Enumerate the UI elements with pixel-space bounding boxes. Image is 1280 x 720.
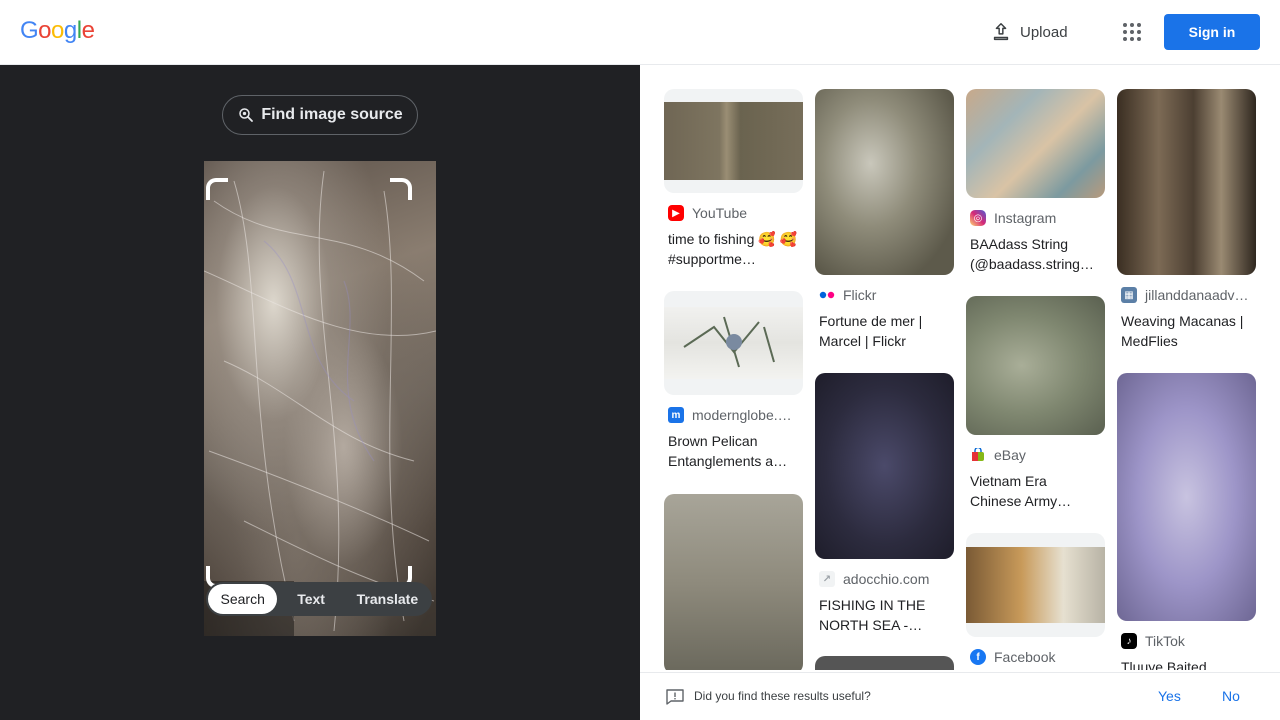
result-title[interactable]: BAAdass String (@baadass.string… (970, 234, 1101, 274)
find-image-source-button[interactable]: Find image source (222, 95, 418, 135)
result-title[interactable]: Fortune de mer | Marcel | Flickr (819, 311, 950, 351)
lens-mode-tabs: Search Text Translate (206, 582, 432, 616)
visual-matches-grid: ▶ YouTube time to fishing 🥰 🥰 #supportme… (640, 65, 1280, 670)
upload-icon (993, 23, 1009, 41)
crop-handle-top-right[interactable] (390, 178, 412, 200)
result-source: Flickr (819, 287, 954, 303)
result-thumbnail[interactable] (966, 533, 1105, 637)
result-source: ◎ Instagram (970, 210, 1105, 226)
result-source: ▦ jillanddanaadv… (1121, 287, 1256, 303)
query-image-panel: Find image source Search Text Translate (0, 65, 640, 720)
tab-search[interactable]: Search (208, 584, 278, 614)
instagram-icon: ◎ (970, 210, 986, 226)
logo-letter-o2: o (51, 17, 64, 44)
result-card[interactable]: ▶ YouTube time to fishing 🥰 🥰 #supportme… (664, 89, 803, 269)
upload-button[interactable]: Upload (990, 18, 1068, 46)
result-card[interactable]: m modernglobe.… Brown Pelican Entangleme… (664, 291, 803, 471)
modernglobe-icon: m (668, 407, 684, 423)
source-name: Instagram (994, 210, 1057, 226)
feedback-question: Did you find these results useful? (694, 689, 871, 703)
result-card[interactable]: f Facebook (966, 533, 1105, 665)
youtube-icon: ▶ (668, 205, 684, 221)
tab-text[interactable]: Text (277, 584, 344, 614)
result-source: ♪ TikTok (1121, 633, 1256, 649)
result-thumbnail[interactable] (1117, 373, 1256, 621)
source-name: YouTube (692, 205, 748, 221)
feedback-no-button[interactable]: No (1222, 688, 1240, 704)
result-title[interactable]: Tluuye Baited (1121, 657, 1252, 670)
source-name: Facebook (994, 649, 1056, 665)
crop-handle-top-left[interactable] (206, 178, 228, 200)
logo-letter-g2: g (63, 17, 77, 44)
result-thumbnail[interactable] (966, 296, 1105, 435)
source-name: eBay (994, 447, 1026, 463)
result-source: ↗ adocchio.com (819, 571, 954, 587)
upload-label: Upload (1020, 23, 1068, 41)
result-source: m modernglobe.… (668, 407, 803, 423)
adocchio-icon: ↗ (819, 571, 835, 587)
result-card[interactable]: ♪ TikTok Tluuye Baited (1117, 373, 1256, 670)
result-card[interactable]: Flickr Fortune de mer | Marcel | Flickr (815, 89, 954, 351)
google-logo[interactable]: Google (20, 17, 95, 45)
flickr-icon (819, 287, 835, 303)
header: Google Upload Sign in (0, 0, 1280, 65)
result-card[interactable] (664, 494, 803, 670)
result-thumbnail[interactable] (664, 291, 803, 395)
result-title[interactable]: Weaving Macanas | MedFlies (1121, 311, 1252, 351)
feedback-bar: Did you find these results useful? Yes N… (640, 672, 1280, 720)
result-thumbnail[interactable] (664, 89, 803, 193)
logo-letter-o1: o (38, 17, 52, 44)
tiktok-icon: ♪ (1121, 633, 1137, 649)
result-thumbnail[interactable] (966, 89, 1105, 198)
logo-letter-g: G (20, 17, 39, 44)
site-icon: ▦ (1121, 287, 1137, 303)
result-thumbnail[interactable] (664, 494, 803, 670)
apps-grid-icon[interactable] (1122, 22, 1142, 42)
find-image-source-label: Find image source (261, 106, 403, 123)
logo-letter-e: e (81, 17, 95, 44)
source-name: modernglobe.… (692, 407, 792, 423)
result-title[interactable]: Vietnam Era Chinese Army… (970, 471, 1101, 511)
source-name: jillanddanaadv… (1145, 287, 1249, 303)
source-name: TikTok (1145, 633, 1185, 649)
feedback-icon (666, 689, 684, 705)
result-thumbnail[interactable] (815, 89, 954, 275)
result-thumbnail[interactable] (1117, 89, 1256, 275)
result-card[interactable]: ▦ jillanddanaadv… Weaving Macanas | MedF… (1117, 89, 1256, 351)
result-source: f Facebook (970, 649, 1105, 665)
result-source: ▶ YouTube (668, 205, 803, 221)
result-source: eBay (970, 447, 1105, 463)
facebook-icon: f (970, 649, 986, 665)
ebay-icon (970, 447, 986, 463)
result-card[interactable] (815, 656, 954, 670)
result-title[interactable]: time to fishing 🥰 🥰 #supportme… (668, 229, 799, 269)
crop-selection-box[interactable] (206, 178, 412, 588)
result-title[interactable]: FISHING IN THE NORTH SEA -… (819, 595, 950, 635)
tab-translate[interactable]: Translate (345, 584, 430, 614)
image-search-icon (239, 108, 254, 122)
feedback-yes-button[interactable]: Yes (1158, 688, 1181, 704)
result-card[interactable]: ↗ adocchio.com FISHING IN THE NORTH SEA … (815, 373, 954, 635)
result-card[interactable]: eBay Vietnam Era Chinese Army… (966, 296, 1105, 511)
result-thumbnail[interactable] (815, 656, 954, 670)
result-card[interactable]: ◎ Instagram BAAdass String (@baadass.str… (966, 89, 1105, 274)
sign-in-button[interactable]: Sign in (1164, 14, 1260, 50)
result-title[interactable]: Brown Pelican Entanglements a… (668, 431, 799, 471)
source-name: adocchio.com (843, 571, 930, 587)
result-thumbnail[interactable] (815, 373, 954, 559)
source-name: Flickr (843, 287, 877, 303)
pelican-twigs-graphic (683, 316, 775, 368)
